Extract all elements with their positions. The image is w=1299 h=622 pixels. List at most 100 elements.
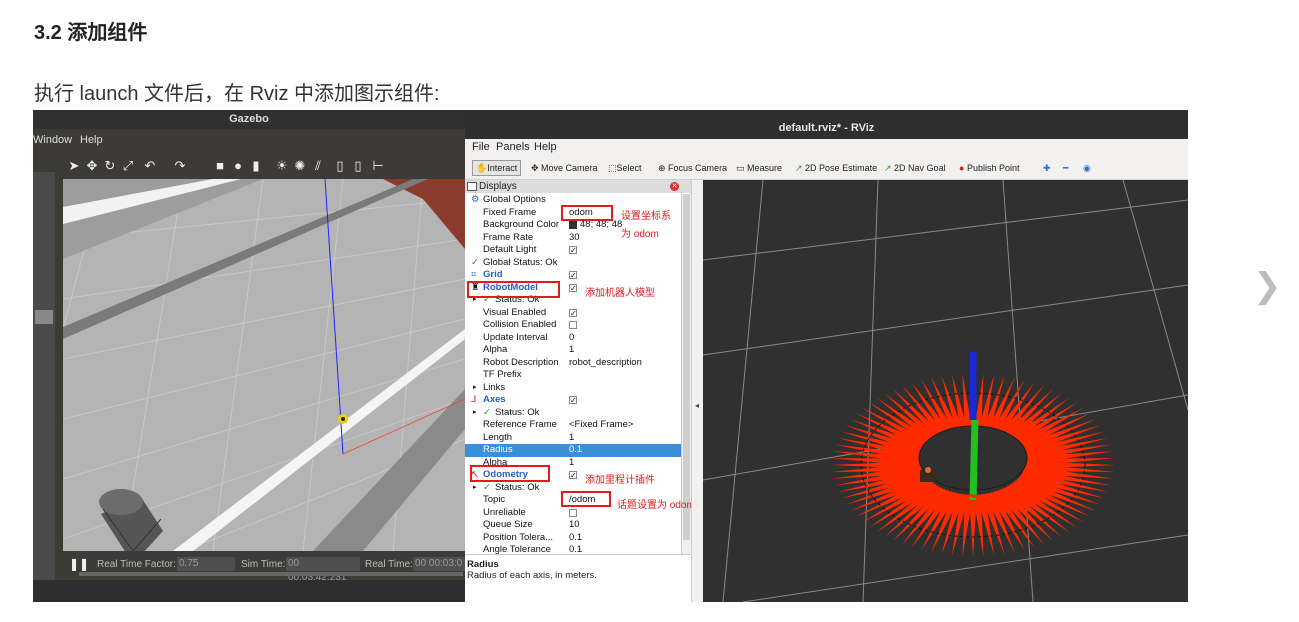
displays-title: Displays bbox=[479, 181, 517, 192]
menu-window[interactable]: Window bbox=[33, 129, 72, 152]
tree-row[interactable]: ⅃ Axes ✓ bbox=[465, 394, 681, 407]
camera-move-icon: ✥ bbox=[531, 163, 542, 173]
rviz-3d-view[interactable] bbox=[703, 180, 1188, 602]
section-heading: 3.2 添加组件 bbox=[34, 22, 148, 44]
light-icon[interactable]: ☀ bbox=[275, 159, 289, 173]
move-camera-tool[interactable]: ✥ Move Camera bbox=[531, 162, 598, 174]
spot-light-icon[interactable]: ✺ bbox=[293, 159, 307, 173]
pause-icon[interactable]: ❚❚ bbox=[69, 557, 89, 571]
annotation-fixed-frame-1: 设置坐标系 bbox=[621, 211, 671, 222]
monitor-icon bbox=[467, 182, 477, 191]
gazebo-menubar: Window Help bbox=[33, 129, 465, 152]
gazebo-3d-view[interactable] bbox=[63, 179, 465, 551]
rotate-icon[interactable]: ↻ bbox=[103, 159, 117, 173]
tree-row[interactable]: ⌗ Grid ✓ bbox=[465, 269, 681, 282]
checkbox[interactable]: ✓ bbox=[569, 471, 577, 480]
description-text: Radius of each axis, in meters. bbox=[467, 570, 597, 581]
checkbox[interactable]: ✓ bbox=[569, 246, 577, 255]
pointer-icon[interactable]: ➤ bbox=[67, 159, 81, 173]
menu-help[interactable]: Help bbox=[80, 129, 103, 152]
green-arrow-icon: ↗ bbox=[884, 163, 895, 173]
time-scrubber[interactable] bbox=[79, 572, 463, 576]
scale-icon[interactable]: ⤢ bbox=[121, 159, 135, 173]
close-icon[interactable]: ✕ bbox=[670, 182, 679, 191]
expand-arrow-icon[interactable]: ▸ bbox=[473, 482, 477, 495]
expand-arrow-icon[interactable]: ▸ bbox=[473, 407, 477, 420]
tree-row[interactable]: ▸ ✓ Status: Ok bbox=[465, 407, 681, 420]
gazebo-bottom-bar bbox=[33, 580, 465, 602]
grid-icon: ⌗ bbox=[471, 269, 477, 280]
measure-tool[interactable]: ▭ Measure bbox=[736, 162, 782, 174]
expand-arrow-icon[interactable]: ▸ bbox=[473, 382, 477, 395]
next-image-arrow-icon[interactable]: ❯ bbox=[1253, 266, 1282, 306]
rviz-scene bbox=[703, 180, 1188, 602]
color-swatch[interactable] bbox=[569, 221, 577, 229]
tree-row[interactable]: Robot Description robot_description bbox=[465, 357, 681, 370]
tree-row[interactable]: Visual Enabled ✓ bbox=[465, 307, 681, 320]
checkbox[interactable]: ✓ bbox=[569, 308, 577, 317]
gazebo-left-panel[interactable] bbox=[33, 172, 55, 580]
checkbox[interactable]: ✓ bbox=[569, 283, 577, 292]
checkbox[interactable] bbox=[569, 508, 577, 517]
tree-row[interactable]: Reference Frame <Fixed Frame> bbox=[465, 419, 681, 432]
tree-row[interactable]: Collision Enabled bbox=[465, 319, 681, 332]
annotation-robot-model: 添加机器人模型 bbox=[585, 288, 655, 299]
checkbox[interactable] bbox=[569, 321, 577, 329]
annotation-fixed-frame-2: 为 odom bbox=[621, 229, 659, 240]
align-icon[interactable]: ⊢ bbox=[371, 159, 385, 173]
sim-time-label: Sim Time: bbox=[241, 559, 286, 570]
nav-goal-tool[interactable]: ↗ 2D Nav Goal bbox=[884, 162, 946, 174]
paste-icon[interactable]: ▯ bbox=[351, 159, 365, 173]
interact-tool[interactable]: ✋Interact bbox=[472, 160, 522, 176]
directional-light-icon[interactable]: ⫽ bbox=[311, 159, 325, 173]
select-tool[interactable]: ⬚Select bbox=[608, 162, 642, 174]
tree-row-selected[interactable]: Radius 0.1 bbox=[465, 444, 681, 457]
gazebo-toolbar: ➤ ✥ ↻ ⤢ ↶ ↷ ■ ● ▮ ☀ ✺ ⫽ ▯ ▯ ⊢ bbox=[63, 153, 465, 179]
tree-row[interactable]: Length 1 bbox=[465, 432, 681, 445]
eye-icon[interactable]: ◉ bbox=[1083, 162, 1091, 174]
ruler-icon: ▭ bbox=[736, 163, 748, 173]
menu-file[interactable]: File bbox=[472, 139, 490, 156]
move-icon[interactable]: ✥ bbox=[85, 159, 99, 173]
rtf-value: 0.75 bbox=[177, 557, 235, 571]
tree-row[interactable]: Alpha 1 bbox=[465, 344, 681, 357]
collapse-left-icon[interactable]: ◂ bbox=[695, 401, 699, 410]
pose-estimate-tool[interactable]: ↗ 2D Pose Estimate bbox=[795, 162, 877, 174]
tree-row[interactable]: Default Light ✓ bbox=[465, 244, 681, 257]
scrollbar-thumb[interactable] bbox=[683, 194, 690, 540]
green-arrow-icon: ↗ bbox=[795, 163, 806, 173]
tree-row[interactable]: ▸ Links bbox=[465, 382, 681, 395]
check-icon: ✓ bbox=[483, 481, 491, 493]
remove-tool-icon[interactable]: ━ bbox=[1063, 162, 1068, 174]
add-tool-icon[interactable]: ✚ bbox=[1043, 162, 1051, 174]
publish-point-tool[interactable]: ● Publish Point bbox=[959, 162, 1019, 174]
focus-icon: ⊕ bbox=[658, 163, 669, 173]
box-icon[interactable]: ■ bbox=[213, 159, 227, 173]
tree-row[interactable]: Position Tolera... 0.1 bbox=[465, 532, 681, 545]
map-pin-icon: ● bbox=[959, 163, 967, 173]
menu-help[interactable]: Help bbox=[534, 139, 557, 156]
tree-row[interactable]: Queue Size 10 bbox=[465, 519, 681, 532]
redo-icon[interactable]: ↷ bbox=[173, 159, 187, 173]
gazebo-title: Gazebo bbox=[33, 110, 465, 129]
undo-icon[interactable]: ↶ bbox=[143, 159, 157, 173]
checkbox[interactable]: ✓ bbox=[569, 271, 577, 280]
panel-splitter[interactable]: ◂ bbox=[691, 180, 703, 602]
cylinder-icon[interactable]: ▮ bbox=[249, 159, 263, 173]
tree-row[interactable]: ✓ Global Status: Ok bbox=[465, 257, 681, 270]
rviz-title: default.rviz* - RViz bbox=[465, 110, 1188, 139]
sphere-icon[interactable]: ● bbox=[231, 159, 245, 173]
tree-row[interactable]: Update Interval 0 bbox=[465, 332, 681, 345]
axes-icon: ⅃ bbox=[471, 394, 477, 405]
tree-row[interactable]: TF Prefix bbox=[465, 369, 681, 382]
rtf-label: Real Time Factor: bbox=[97, 559, 176, 570]
left-panel-handle[interactable] bbox=[35, 310, 53, 324]
copy-icon[interactable]: ▯ bbox=[333, 159, 347, 173]
hand-icon: ✋ bbox=[476, 163, 488, 173]
checkbox[interactable]: ✓ bbox=[569, 396, 577, 405]
check-icon: ✓ bbox=[471, 256, 479, 268]
gazebo-scene bbox=[63, 179, 465, 551]
gazebo-window: Gazebo Window Help ➤ ✥ ↻ ⤢ ↶ ↷ ■ ● ▮ ☀ ✺… bbox=[33, 110, 465, 602]
focus-camera-tool[interactable]: ⊕ Focus Camera bbox=[658, 162, 727, 174]
menu-panels[interactable]: Panels bbox=[496, 139, 530, 156]
